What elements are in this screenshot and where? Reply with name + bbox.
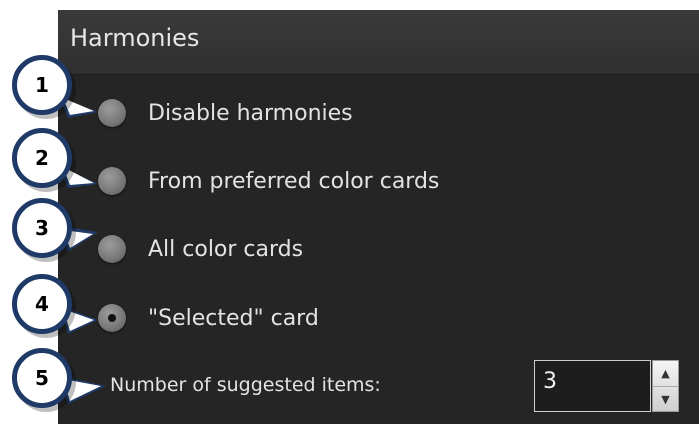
- callout-badge: 2: [12, 128, 72, 188]
- callout-badge: 4: [12, 274, 72, 334]
- callout-pointers: [60, 98, 106, 404]
- callout-badge: 1: [12, 55, 72, 115]
- callout-badge: 3: [12, 198, 72, 258]
- callout-badge: 5: [12, 348, 72, 408]
